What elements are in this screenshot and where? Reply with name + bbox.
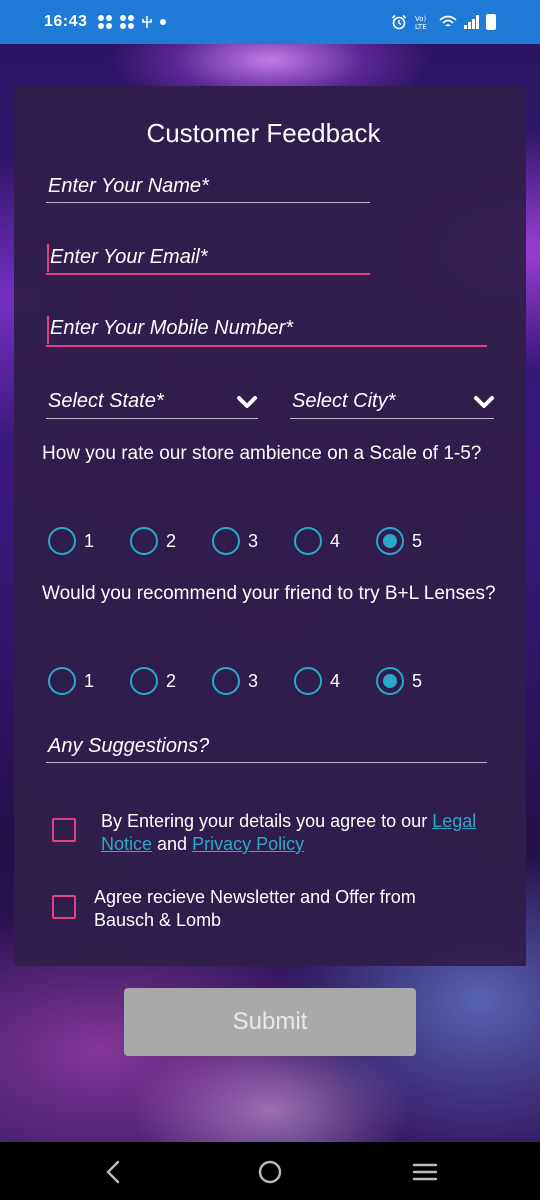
dot-icon xyxy=(160,19,167,25)
submit-button[interactable]: Submit xyxy=(124,988,416,1056)
signal-icon xyxy=(464,15,479,29)
suggestions-underline xyxy=(46,762,487,763)
question-ambience: How you rate our store ambience on a Sca… xyxy=(42,443,482,464)
radio-label: 2 xyxy=(166,670,177,691)
privacy-policy-link[interactable]: Privacy Policy xyxy=(192,834,304,854)
radio-circle xyxy=(212,667,240,695)
consent-and: and xyxy=(152,834,193,854)
suggestions-input[interactable]: Any Suggestions? xyxy=(48,735,209,758)
radio-ambience-1[interactable]: 1 xyxy=(48,527,130,555)
consent-prefix: By Entering your details you agree to ou… xyxy=(101,811,433,831)
fan-icon xyxy=(120,15,135,29)
battery-icon xyxy=(486,14,496,30)
city-select[interactable]: Select City* xyxy=(292,390,395,413)
radio-label: 4 xyxy=(330,530,341,551)
legal-consent-text: By Entering your details you agree to ou… xyxy=(101,810,501,856)
radio-ambience-5[interactable]: 5 xyxy=(376,527,458,555)
radio-label: 4 xyxy=(330,670,341,691)
radio-label: 5 xyxy=(412,530,423,551)
status-time: 16:43 xyxy=(44,13,88,30)
wifi-icon xyxy=(439,15,457,27)
status-right-icons: Vo) LTE xyxy=(391,14,496,30)
usb-icon xyxy=(142,16,153,28)
alarm-icon xyxy=(391,14,407,30)
state-select[interactable]: Select State* xyxy=(48,390,164,413)
radio-circle xyxy=(212,527,240,555)
radio-ambience-2[interactable]: 2 xyxy=(130,527,212,555)
legal-consent-checkbox[interactable] xyxy=(52,818,76,842)
radio-recommend-2[interactable]: 2 xyxy=(130,667,212,695)
name-input[interactable]: Enter Your Name* xyxy=(48,175,209,198)
radio-recommend-1[interactable]: 1 xyxy=(48,667,130,695)
radio-ambience-3[interactable]: 3 xyxy=(212,527,294,555)
radio-label: 3 xyxy=(248,530,259,551)
radio-circle xyxy=(294,527,322,555)
radio-label: 3 xyxy=(248,670,259,691)
page-title: Customer Feedback xyxy=(146,118,381,148)
chevron-down-icon[interactable] xyxy=(236,394,258,410)
mobile-underline xyxy=(46,345,487,347)
rating-group-ambience: 1 2 3 4 5 xyxy=(48,527,458,555)
radio-circle xyxy=(130,527,158,555)
radio-label: 5 xyxy=(412,670,423,691)
radio-label: 1 xyxy=(84,670,95,691)
radio-label: 1 xyxy=(84,530,95,551)
email-underline xyxy=(46,273,370,275)
mobile-input[interactable]: Enter Your Mobile Number* xyxy=(50,317,293,340)
newsletter-checkbox[interactable] xyxy=(52,895,76,919)
svg-text:LTE: LTE xyxy=(415,23,427,30)
name-underline xyxy=(46,202,370,203)
status-bar: 16:43 Vo) LTE xyxy=(0,0,540,44)
city-underline xyxy=(290,418,494,419)
radio-label: 2 xyxy=(166,530,177,551)
radio-circle xyxy=(48,667,76,695)
radio-recommend-4[interactable]: 4 xyxy=(294,667,376,695)
svg-text:Vo): Vo) xyxy=(415,15,427,23)
text-cursor xyxy=(47,244,49,272)
rating-group-recommend: 1 2 3 4 5 xyxy=(48,667,458,695)
chevron-down-icon[interactable] xyxy=(473,394,495,410)
newsletter-consent-text: Agree recieve Newsletter and Offer from … xyxy=(94,887,416,930)
navigation-bar xyxy=(0,1142,540,1200)
radio-recommend-5[interactable]: 5 xyxy=(376,667,458,695)
radio-circle xyxy=(376,527,404,555)
radio-circle xyxy=(294,667,322,695)
question-recommend: Would you recommend your friend to try B… xyxy=(42,583,496,604)
radio-circle xyxy=(130,667,158,695)
menu-icon[interactable] xyxy=(411,1158,439,1186)
radio-ambience-4[interactable]: 4 xyxy=(294,527,376,555)
status-left-icons xyxy=(97,14,167,30)
state-underline xyxy=(46,418,258,419)
volte-icon: Vo)LTE xyxy=(415,15,427,30)
back-icon[interactable] xyxy=(100,1158,128,1186)
radio-circle xyxy=(48,527,76,555)
email-input[interactable]: Enter Your Email* xyxy=(50,246,208,269)
home-icon[interactable] xyxy=(256,1158,284,1186)
text-cursor xyxy=(47,316,49,344)
radio-circle xyxy=(376,667,404,695)
fan-icon xyxy=(98,15,113,29)
radio-recommend-3[interactable]: 3 xyxy=(212,667,294,695)
